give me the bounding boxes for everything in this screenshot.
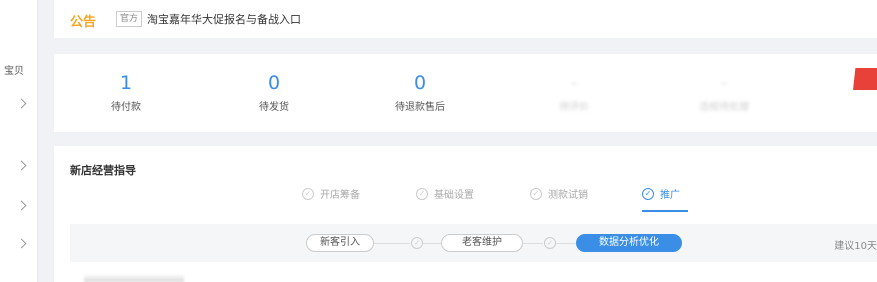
check-circle-icon: ✓ — [544, 237, 556, 249]
step-label: 开店筹备 — [320, 190, 360, 201]
check-circle-icon: ✓ — [411, 237, 423, 249]
chevron-right-icon[interactable] — [16, 238, 27, 249]
stat-value: - — [720, 72, 728, 94]
sub-step-retention[interactable]: 老客维护 — [441, 234, 523, 252]
stat-value: 0 — [267, 72, 281, 94]
step-trial-sales[interactable]: ✓ 测款试销 — [530, 186, 588, 201]
step-label: 基础设置 — [434, 190, 474, 201]
step-store-prep[interactable]: ✓ 开店筹备 — [302, 186, 360, 201]
stat-label: 待发货 — [259, 102, 289, 113]
stat-pending-review[interactable]: - 待评价 — [514, 72, 634, 113]
check-circle-icon: ✓ — [302, 187, 314, 200]
stat-value: 0 — [413, 72, 427, 94]
stat-violations[interactable]: - 违规待处理 — [664, 72, 784, 113]
red-flag-icon[interactable] — [853, 68, 877, 90]
section-heading-fragment — [84, 274, 184, 282]
suggested-duration: 建议10天 — [834, 241, 877, 252]
connector-line — [556, 243, 576, 244]
guide-title: 新店经营指导 — [70, 164, 136, 177]
stat-label: 待退款售后 — [395, 102, 445, 113]
notice-link[interactable]: 淘宝嘉年华大促报名与备战入口 — [147, 11, 301, 27]
stat-pending-payment[interactable]: 1 待付款 — [66, 72, 186, 113]
step-label: 推广 — [660, 190, 680, 201]
step-promotion[interactable]: ✓ 推广 — [642, 186, 680, 201]
sub-step-new-customers[interactable]: 新客引入 — [306, 234, 374, 252]
active-step-indicator — [642, 210, 688, 212]
new-store-guide-panel: 新店经营指导 ✓ 开店筹备 ✓ 基础设置 ✓ 测款试销 ✓ 推广 新客引入 ✓ … — [54, 146, 877, 282]
connector-line — [523, 243, 543, 244]
connector-line — [423, 243, 441, 244]
stat-pending-shipment[interactable]: 0 待发货 — [214, 72, 334, 113]
check-circle-icon: ✓ — [642, 187, 654, 200]
step-label: 测款试销 — [548, 190, 588, 201]
notice-bar: 公告 官方 淘宝嘉年华大促报名与备战入口 — [54, 0, 877, 38]
check-circle-icon: ✓ — [416, 187, 428, 200]
notice-title: 公告 — [70, 15, 97, 30]
step-basic-settings[interactable]: ✓ 基础设置 — [416, 186, 474, 201]
chevron-right-icon[interactable] — [16, 98, 27, 109]
stat-label: 待付款 — [111, 102, 141, 113]
sidebar-item-label[interactable]: 宝贝 — [4, 62, 24, 77]
stat-pending-refund[interactable]: 0 待退款售后 — [360, 72, 480, 113]
check-circle-icon: ✓ — [530, 187, 542, 200]
chevron-right-icon[interactable] — [16, 160, 27, 171]
sub-step-bar: 新客引入 ✓ 老客维护 ✓ 数据分析优化 建议10天 — [70, 224, 877, 262]
stat-value: - — [570, 72, 578, 94]
connector-line — [374, 243, 410, 244]
stat-label: 违规待处理 — [699, 102, 749, 113]
stat-label: 待评价 — [559, 102, 589, 113]
left-sidebar: 宝贝 — [0, 0, 38, 282]
chevron-right-icon[interactable] — [16, 200, 27, 211]
stat-value: 1 — [119, 72, 133, 94]
sub-step-data-analysis[interactable]: 数据分析优化 — [576, 234, 682, 252]
order-stats-panel: 1 待付款 0 待发货 0 待退款售后 - 待评价 - 违规待处理 — [54, 54, 877, 132]
official-badge: 官方 — [116, 11, 143, 27]
